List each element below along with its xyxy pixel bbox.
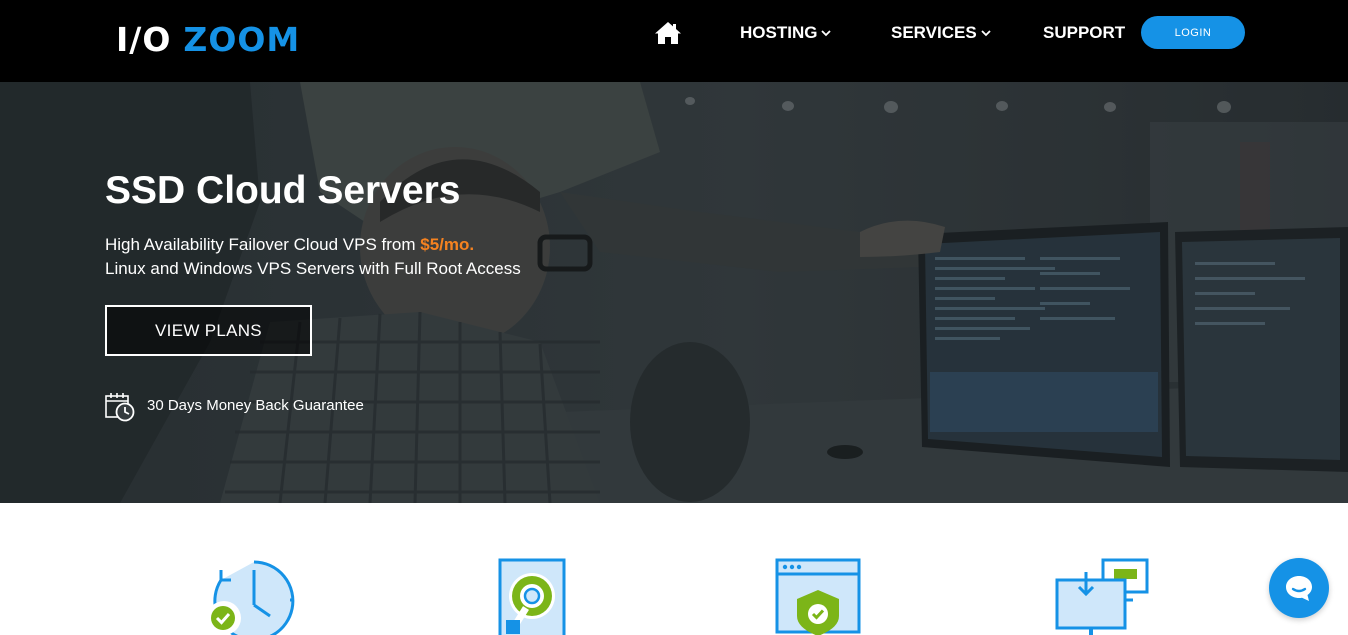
- hero-title: SSD Cloud Servers: [105, 169, 461, 212]
- logo-part-zoom: ZOOM: [183, 20, 301, 59]
- login-button[interactable]: LOGIN: [1141, 16, 1245, 49]
- nav-hosting[interactable]: HOSTING: [740, 22, 832, 44]
- hero-banner: SSD Cloud Servers High Availability Fail…: [0, 82, 1348, 503]
- nav-services-label: SERVICES: [891, 23, 977, 42]
- nav-hosting-label: HOSTING: [740, 23, 818, 42]
- hero-background-image: [0, 82, 1348, 503]
- calendar-clock-icon: [105, 393, 135, 422]
- chevron-down-icon: [981, 30, 991, 37]
- view-plans-button[interactable]: VIEW PLANS: [105, 305, 312, 356]
- hero-subtitle-line2: Linux and Windows VPS Servers with Full …: [105, 259, 521, 278]
- hero-price: $5/mo.: [420, 235, 475, 254]
- chevron-down-icon: [821, 30, 832, 37]
- chat-bubble-icon: [1286, 576, 1312, 601]
- nav-support-label: SUPPORT: [1043, 23, 1126, 42]
- hero-subtitle: High Availability Failover Cloud VPS fro…: [105, 233, 521, 281]
- nav-services[interactable]: SERVICES: [891, 22, 991, 44]
- top-navbar: I/O ZOOM HOSTING SERVICES SUPPORT LOGIN: [0, 0, 1348, 82]
- hard-drive-icon: [498, 558, 566, 635]
- shield-browser-icon: [775, 558, 861, 635]
- nav-support[interactable]: SUPPORT: [1043, 22, 1125, 44]
- hero-subtitle-line1: High Availability Failover Cloud VPS fro…: [105, 235, 421, 254]
- logo-part-io: I/O: [116, 20, 172, 59]
- site-logo[interactable]: I/O ZOOM: [116, 22, 300, 58]
- home-icon[interactable]: [654, 21, 682, 45]
- chat-widget-button[interactable]: [1269, 558, 1329, 618]
- clock-check-icon: [208, 560, 295, 635]
- download-monitor-icon: [1055, 558, 1149, 635]
- guarantee-text: 30 Days Money Back Guarantee: [147, 397, 364, 414]
